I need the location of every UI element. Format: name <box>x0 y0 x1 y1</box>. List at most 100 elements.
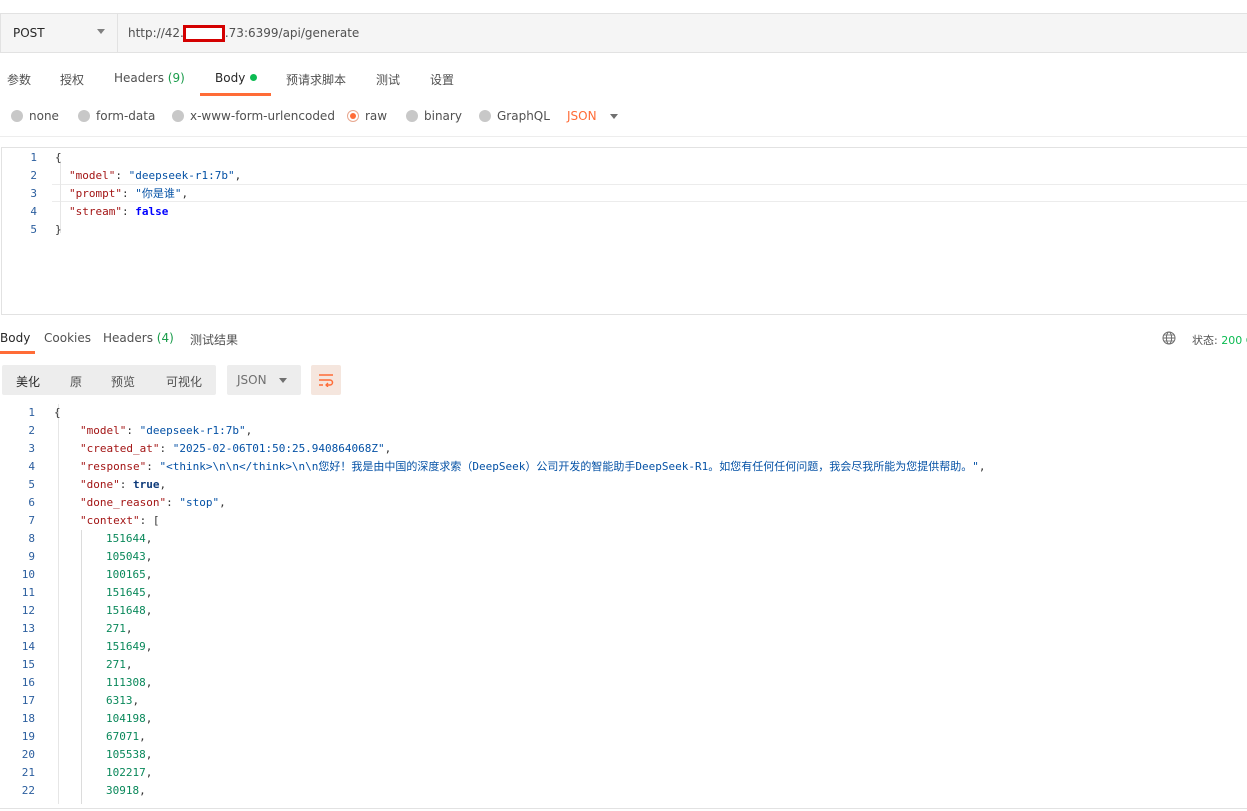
response-tabs: Body Cookies Headers (4) 测试结果 状态: 200 O <box>0 325 1247 355</box>
json-value: true <box>133 478 160 491</box>
chevron-down-icon <box>279 378 287 383</box>
url-input[interactable]: http://42. .73:6399/api/generate <box>118 14 1247 52</box>
code-content: "model": "deepseek-r1:7b", <box>69 169 242 182</box>
code-line: 13 271, <box>0 620 133 638</box>
code-line: 22 30918, <box>0 782 146 800</box>
json-value: "2025-02-06T01:50:25.940864068Z" <box>172 442 385 455</box>
radio-icon <box>172 110 184 122</box>
radio-binary[interactable]: binary <box>406 109 462 123</box>
code-content: } <box>55 221 62 239</box>
radio-form-data[interactable]: form-data <box>78 109 155 123</box>
code-line: 2 "model": "deepseek-r1:7b", <box>2 167 241 185</box>
chevron-down-icon <box>610 114 618 119</box>
code-line: 3 "prompt": "你是谁", <box>2 185 188 203</box>
code-content: 151649, <box>106 640 153 653</box>
tab-auth[interactable]: 授权 <box>60 71 84 88</box>
line-number: 5 <box>28 478 35 491</box>
json-number: 151649 <box>106 640 146 653</box>
tab-response-body[interactable]: Body <box>0 331 30 345</box>
tab-tests[interactable]: 测试 <box>376 71 400 88</box>
code-line: 6 "done_reason": "stop", <box>0 494 225 512</box>
wrap-lines-button[interactable] <box>311 365 341 395</box>
radio-none[interactable]: none <box>11 109 59 123</box>
json-number: 151644 <box>106 532 146 545</box>
response-format-select[interactable]: JSON <box>227 365 301 395</box>
line-number: 11 <box>21 586 35 599</box>
code-line: 16 111308, <box>0 674 153 692</box>
body-type-selector: none form-data x-www-form-urlencoded raw… <box>0 104 700 128</box>
tab-pre-request-script[interactable]: 预请求脚本 <box>286 71 346 88</box>
code-line: 11 151645, <box>0 584 153 602</box>
radio-graphql[interactable]: GraphQL <box>479 109 550 123</box>
view-pretty-button[interactable]: 美化 <box>16 373 40 390</box>
radio-label: form-data <box>96 109 156 123</box>
tab-settings[interactable]: 设置 <box>430 71 454 88</box>
request-url-bar: POST http://42. .73:6399/api/generate <box>0 13 1247 53</box>
divider <box>0 136 1247 137</box>
line-number: 2 <box>28 424 35 437</box>
line-number: 5 <box>30 223 37 236</box>
code-line: 17 6313, <box>0 692 139 710</box>
method-label: POST <box>13 26 45 40</box>
line-number: 9 <box>28 550 35 563</box>
view-label: 原 <box>70 375 83 389</box>
view-visualize-button[interactable]: 可视化 <box>166 373 202 390</box>
line-number: 1 <box>28 406 35 419</box>
tab-label: 预请求脚本 <box>286 73 347 87</box>
code-content: 111308, <box>106 676 153 689</box>
body-format-label: JSON <box>567 109 597 123</box>
line-number: 3 <box>28 442 35 455</box>
line-number: 20 <box>21 748 35 761</box>
view-raw-button[interactable]: 原 <box>70 373 82 390</box>
json-key: "done_reason" <box>80 496 167 509</box>
method-select[interactable]: POST <box>1 14 118 52</box>
body-format-select[interactable]: JSON <box>567 109 618 123</box>
code-content: 271, <box>106 622 133 635</box>
radio-urlencoded[interactable]: x-www-form-urlencoded <box>172 109 335 123</box>
request-tabs: 参数 授权 Headers (9) Body 预请求脚本 测试 设置 <box>0 64 600 96</box>
url-suffix: .73:6399/api/generate <box>224 26 360 40</box>
tab-label: 参数 <box>7 73 32 87</box>
json-value: false <box>135 205 169 218</box>
line-number: 12 <box>21 604 35 617</box>
response-status: 状态: 200 O <box>1192 332 1247 348</box>
code-line: 5 "done": true, <box>0 476 166 494</box>
tab-headers[interactable]: Headers (9) <box>114 71 185 85</box>
globe-icon[interactable] <box>1162 331 1176 345</box>
json-key: "response" <box>80 460 147 473</box>
tab-cookies[interactable]: Cookies <box>44 331 91 345</box>
active-tab-underline <box>0 351 35 354</box>
code-content: { <box>55 149 62 167</box>
view-preview-button[interactable]: 预览 <box>111 373 135 390</box>
tab-label: 测试结果 <box>190 333 239 347</box>
radio-label: GraphQL <box>497 109 550 123</box>
tab-response-headers[interactable]: Headers (4) <box>103 331 174 345</box>
view-label: 美化 <box>16 375 41 389</box>
brace: { <box>55 151 62 164</box>
line-number: 14 <box>21 640 35 653</box>
tab-test-results[interactable]: 测试结果 <box>190 331 238 348</box>
json-key: "done" <box>80 478 120 491</box>
radio-raw[interactable]: raw <box>347 109 387 123</box>
tab-body[interactable]: Body <box>215 71 258 85</box>
code-content: "stream": false <box>69 205 169 218</box>
status-value: 200 O <box>1221 334 1247 347</box>
response-body-viewer[interactable]: 1{2 "model": "deepseek-r1:7b", 3 "created_a… <box>0 404 1247 804</box>
line-number: 16 <box>21 676 35 689</box>
json-number: 151645 <box>106 586 146 599</box>
code-line: 19 67071, <box>0 728 146 746</box>
tab-params[interactable]: 参数 <box>7 71 31 88</box>
code-line: 20 105538, <box>0 746 153 764</box>
request-body-editor[interactable]: 1{2 "model": "deepseek-r1:7b", 3 "prompt": … <box>1 147 1247 315</box>
tab-label: Headers <box>103 331 153 345</box>
radio-label: none <box>29 109 59 123</box>
json-value: "stop" <box>179 496 220 509</box>
code-line: 14 151649, <box>0 638 153 656</box>
radio-selected-icon <box>347 110 359 122</box>
line-number: 21 <box>21 766 35 779</box>
code-content: "prompt": "你是谁", <box>69 187 189 200</box>
radio-icon <box>479 110 491 122</box>
code-content: 105538, <box>106 748 153 761</box>
code-line: 1{ <box>0 404 60 422</box>
line-number: 15 <box>21 658 35 671</box>
